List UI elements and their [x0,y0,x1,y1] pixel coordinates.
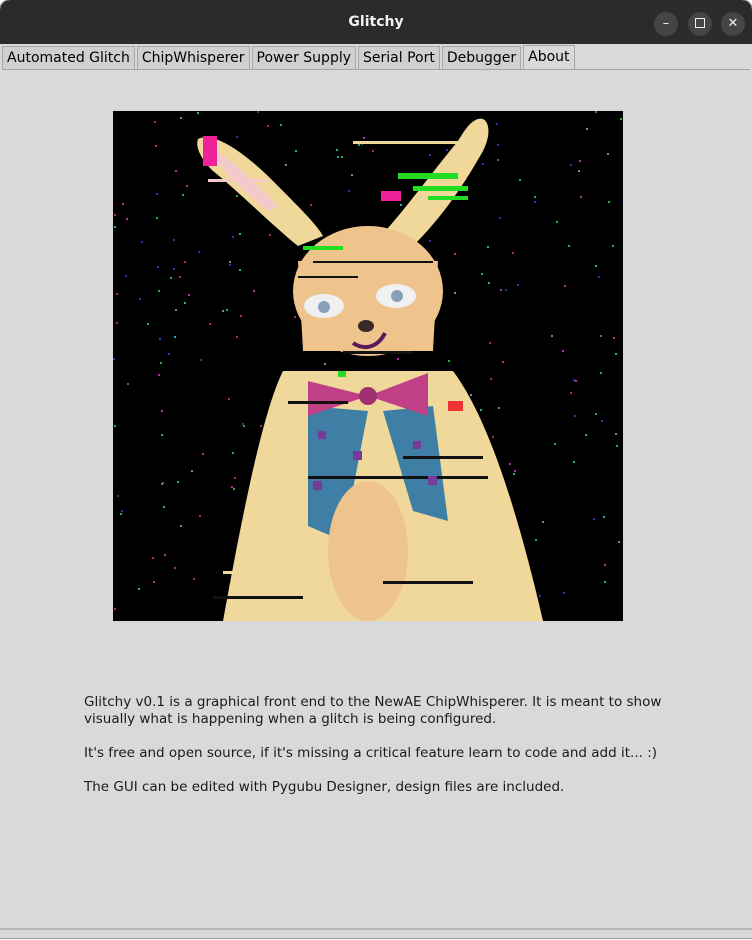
about-paragraph-2: It's free and open source, if it's missi… [84,745,658,761]
app-window: Glitchy – ✕ Automated Glitch ChipWhisper… [0,0,752,938]
close-icon: ✕ [727,16,739,31]
close-button[interactable]: ✕ [721,12,745,36]
tab-serial-port[interactable]: Serial Port [358,46,440,69]
maximize-button[interactable] [688,12,712,36]
about-paragraph-3: The GUI can be edited with Pygubu Design… [84,779,565,795]
glitched-rabbit-image [113,111,623,621]
tab-about[interactable]: About [523,45,575,70]
maximize-icon [695,17,705,28]
about-panel: Glitchy v0.1 is a graphical front end to… [2,70,748,928]
tab-chipwhisperer[interactable]: ChipWhisperer [136,46,250,69]
about-description: Glitchy v0.1 is a graphical front end to… [84,694,674,813]
tab-automated-glitch[interactable]: Automated Glitch [2,46,135,69]
tab-debugger[interactable]: Debugger [441,46,522,69]
window-title: Glitchy [348,14,404,30]
about-paragraph-1: Glitchy v0.1 is a graphical front end to… [84,694,662,727]
notebook-tabs: Automated Glitch ChipWhisperer Power Sup… [2,45,577,70]
window-bottom-edge [0,928,752,930]
tab-power-supply[interactable]: Power Supply [251,46,357,69]
minimize-button[interactable]: – [654,12,678,36]
title-bar[interactable]: Glitchy – ✕ [0,0,752,44]
minimize-icon: – [662,16,670,31]
